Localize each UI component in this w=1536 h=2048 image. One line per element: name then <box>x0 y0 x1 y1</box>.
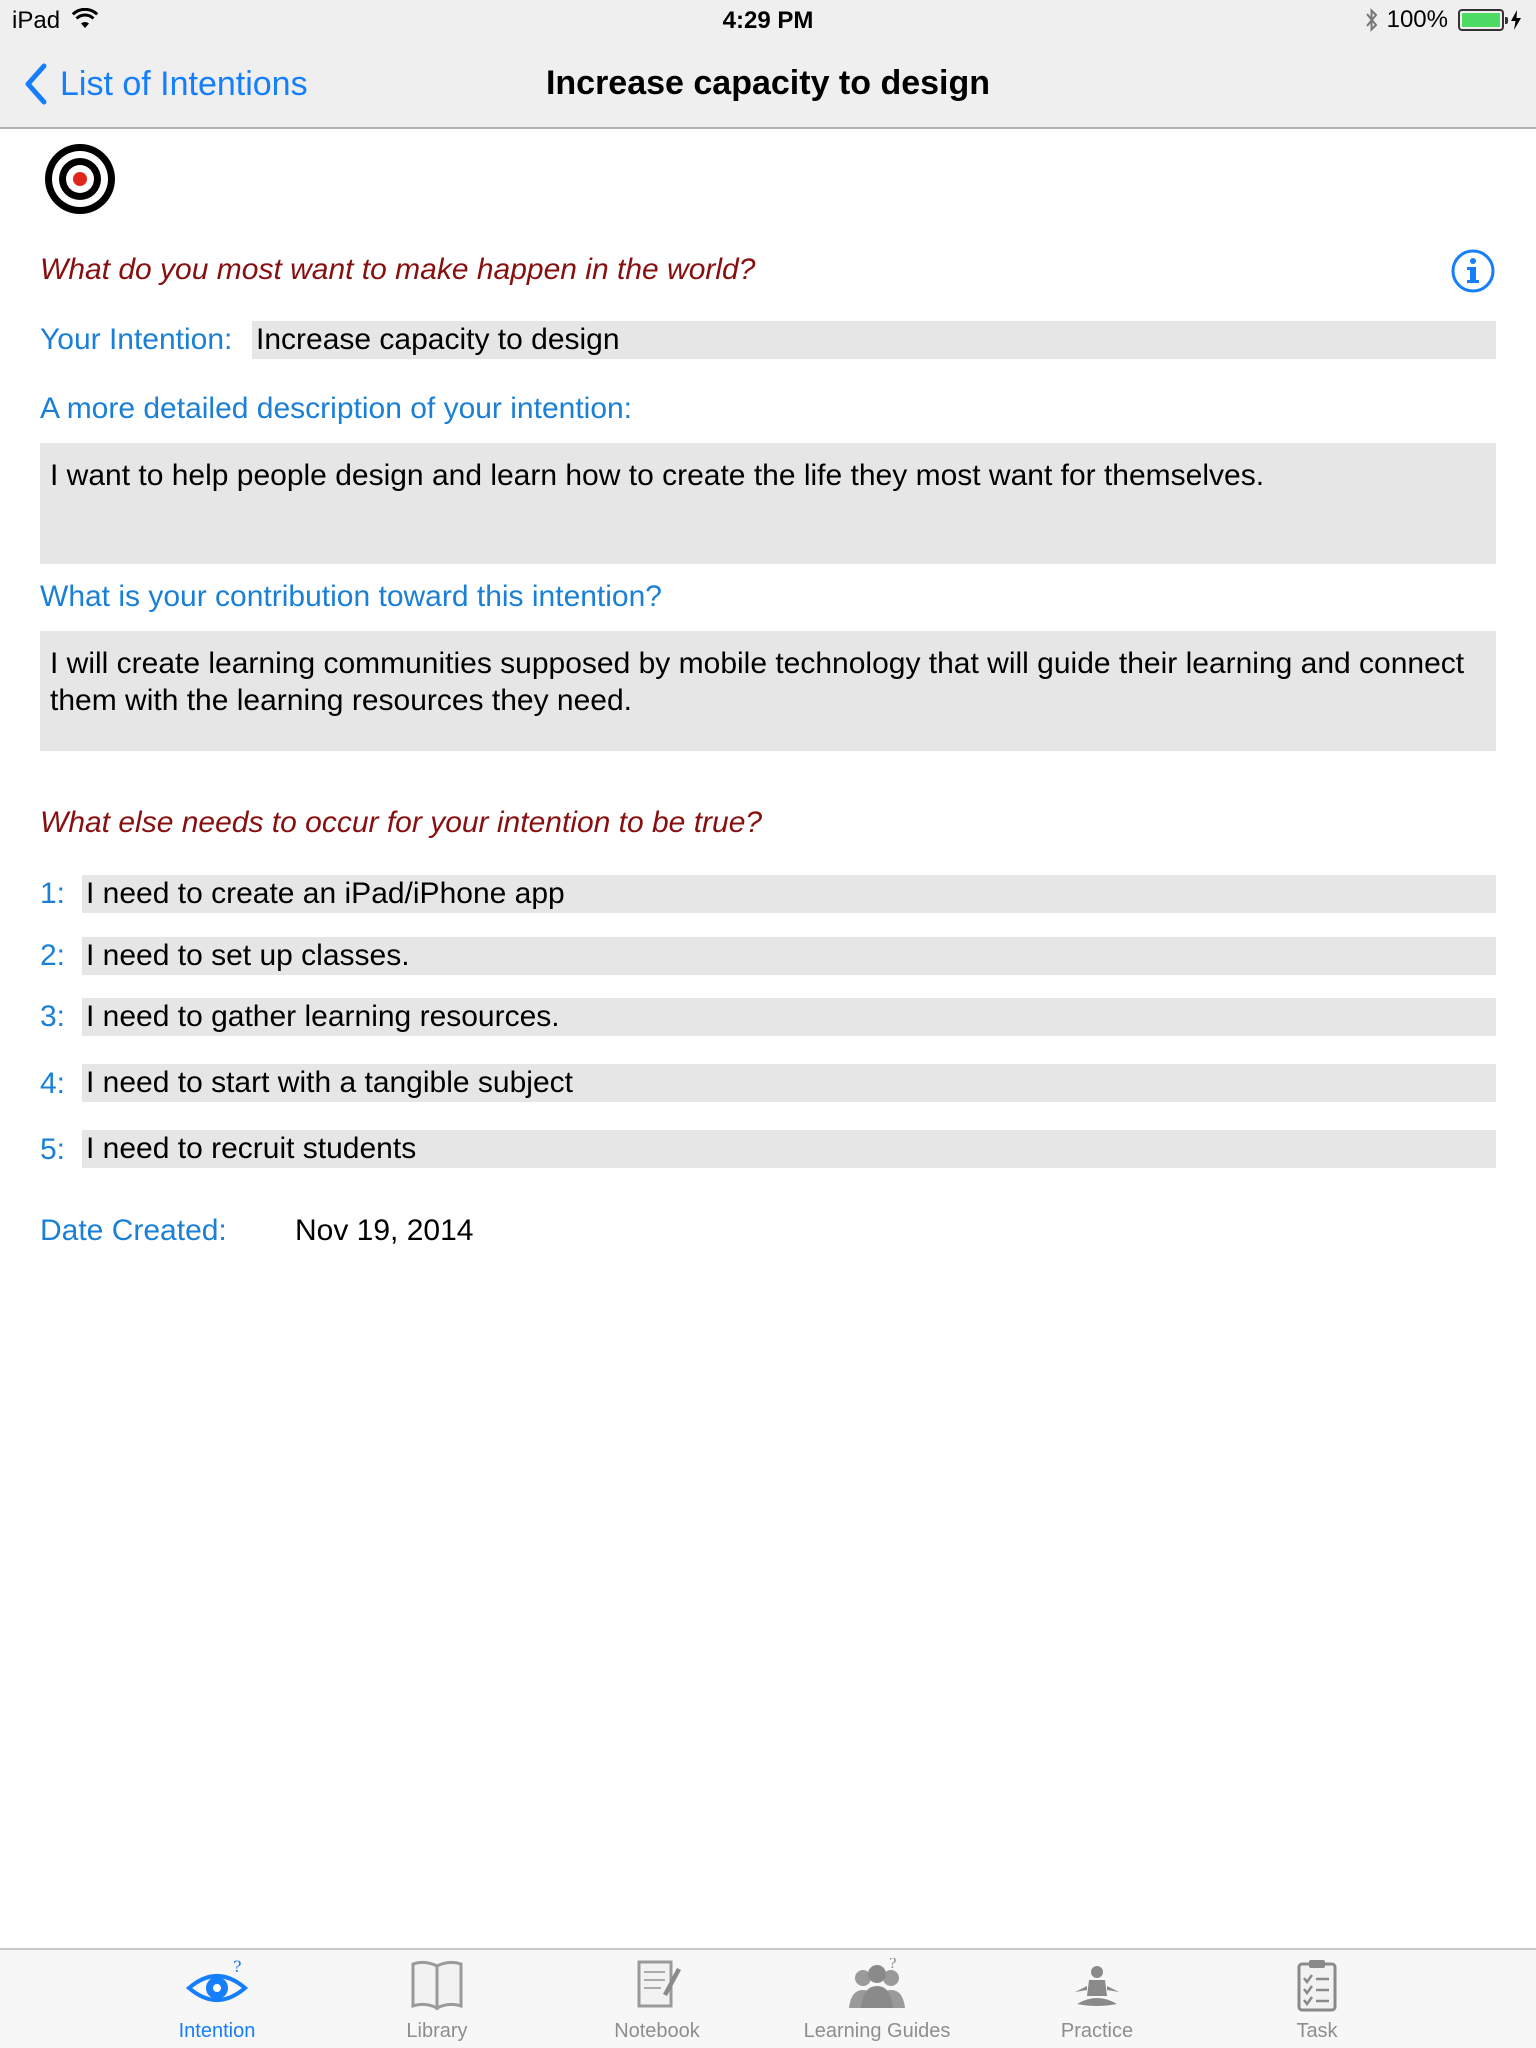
tab-intention-label: Intention <box>178 2020 256 2042</box>
need-number-1: 1: <box>40 877 66 910</box>
status-right: 100% <box>1363 6 1522 34</box>
svg-text:?: ? <box>233 1958 242 1976</box>
tab-practice[interactable]: Practice <box>1007 1958 1187 2048</box>
tab-practice-label: Practice <box>1060 2020 1134 2042</box>
eye-question-icon: ? <box>185 1958 249 2002</box>
charging-icon <box>1511 10 1521 30</box>
status-bar: iPad 4:29 PM 100% <box>0 0 1536 40</box>
description-textarea[interactable]: I want to help people design and learn h… <box>40 443 1496 564</box>
status-time: 4:29 PM <box>722 7 814 34</box>
intention-label: Your Intention: <box>40 323 233 356</box>
need-number-3: 3: <box>40 1000 66 1033</box>
tab-learning-guides-label: Learning Guides <box>803 2020 951 2042</box>
tab-task[interactable]: Task <box>1227 1958 1407 2048</box>
target-icon <box>45 144 115 214</box>
need-input-2[interactable]: I need to set up classes. <box>82 937 1496 975</box>
tab-intention[interactable]: ? Intention <box>127 1958 307 2048</box>
tab-bar: ? Intention Library Notebook ? Learning … <box>0 1948 1536 2048</box>
tab-notebook[interactable]: Notebook <box>567 1958 747 2048</box>
contribution-textarea[interactable]: I will create learning communities suppo… <box>40 631 1496 751</box>
tab-library-label: Library <box>406 2020 468 2042</box>
need-input-4[interactable]: I need to start with a tangible subject <box>82 1064 1496 1102</box>
description-label: A more detailed description of your inte… <box>40 392 633 425</box>
need-input-5[interactable]: I need to recruit students <box>82 1130 1496 1168</box>
book-icon <box>411 1960 463 2011</box>
need-number-2: 2: <box>40 939 66 972</box>
tab-task-label: Task <box>1296 2020 1338 2042</box>
tab-learning-guides[interactable]: ? Learning Guides <box>787 1958 967 2048</box>
date-created-value: Nov 19, 2014 <box>295 1214 474 1247</box>
needs-question: What else needs to occur for your intent… <box>40 806 763 839</box>
people-group-icon: ? <box>849 1958 905 2008</box>
meditation-icon <box>1075 1966 1119 2006</box>
battery-percent: 100% <box>1386 6 1448 33</box>
need-number-4: 4: <box>40 1067 66 1100</box>
info-icon[interactable] <box>1450 248 1496 294</box>
need-input-3[interactable]: I need to gather learning resources. <box>82 998 1496 1036</box>
need-number-5: 5: <box>40 1133 66 1166</box>
need-input-1[interactable]: I need to create an iPad/iPhone app <box>82 875 1496 913</box>
notebook-icon <box>637 1960 681 2008</box>
intention-input[interactable]: Increase capacity to design <box>252 321 1496 359</box>
navigation-bar: List of Intentions Increase capacity to … <box>0 40 1536 129</box>
checklist-icon <box>1297 1960 1337 2012</box>
contribution-label: What is your contribution toward this in… <box>40 580 662 613</box>
battery-icon <box>1458 9 1508 31</box>
page-title: Increase capacity to design <box>545 64 991 102</box>
bluetooth-icon <box>1365 8 1377 32</box>
tab-notebook-label: Notebook <box>614 2020 700 2042</box>
tab-library[interactable]: Library <box>347 1958 527 2048</box>
top-bar: iPad 4:29 PM 100% List of Intentions Inc… <box>0 0 1536 129</box>
main-question: What do you most want to make happen in … <box>40 253 756 286</box>
svg-text:?: ? <box>889 1958 897 1972</box>
date-created-label: Date Created: <box>40 1214 227 1247</box>
